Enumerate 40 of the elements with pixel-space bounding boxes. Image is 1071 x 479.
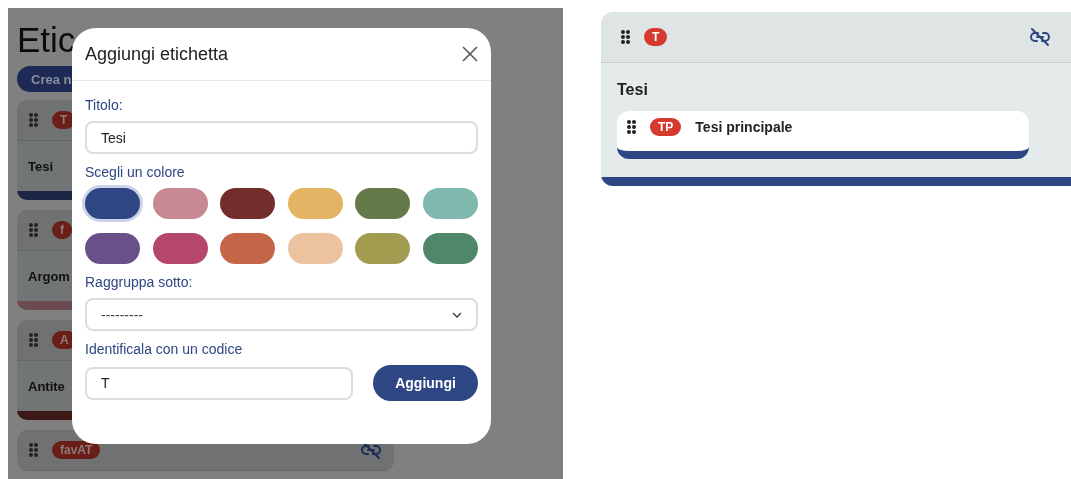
card-title: Tesi: [617, 81, 649, 99]
field-label: Titolo:: [85, 97, 124, 113]
color-swatch[interactable]: [355, 233, 411, 264]
color-swatch[interactable]: [152, 188, 208, 219]
page-title: Etic: [17, 19, 76, 61]
color-swatch[interactable]: [220, 188, 276, 219]
drag-handle-icon[interactable]: [627, 120, 636, 134]
close-icon[interactable]: [462, 46, 478, 62]
chevron-down-icon[interactable]: [452, 311, 462, 318]
code-badge: T: [644, 28, 668, 46]
drag-handle-icon[interactable]: [29, 223, 38, 237]
color-swatch[interactable]: [287, 188, 343, 219]
dialog-title: Aggiungi etichetta: [85, 43, 229, 65]
color-swatch[interactable]: [220, 233, 276, 264]
color-swatch[interactable]: [152, 233, 208, 264]
child-title: Tesi principale: [695, 119, 793, 135]
drag-handle-icon[interactable]: [29, 333, 38, 347]
card-title: Argom: [28, 268, 70, 284]
color-swatch[interactable]: [287, 233, 343, 264]
drag-handle-icon[interactable]: [29, 443, 38, 457]
card-title: Tesi: [28, 158, 54, 174]
add-button[interactable]: Aggiungi: [373, 365, 478, 401]
color-swatch[interactable]: [355, 188, 411, 219]
color-swatch[interactable]: [85, 233, 140, 264]
code-badge: f: [52, 221, 72, 239]
color-swatch[interactable]: [422, 233, 478, 264]
drag-handle-icon[interactable]: [621, 30, 630, 44]
field-label: Scegli un colore: [85, 164, 186, 180]
title-input[interactable]: Tesi: [85, 121, 478, 154]
group-select[interactable]: ---------: [85, 298, 478, 331]
field-label: Raggruppa sotto:: [85, 274, 194, 290]
color-swatch[interactable]: [422, 188, 478, 219]
card-title: Antite: [28, 378, 65, 394]
code-badge: favAT: [52, 441, 101, 459]
code-badge: TP: [650, 118, 682, 136]
drag-handle-icon[interactable]: [29, 113, 38, 127]
field-label: Identificala con un codice: [85, 341, 244, 357]
unlink-icon[interactable]: [1029, 27, 1051, 47]
color-swatch[interactable]: [85, 188, 140, 219]
code-input[interactable]: T: [85, 366, 353, 400]
